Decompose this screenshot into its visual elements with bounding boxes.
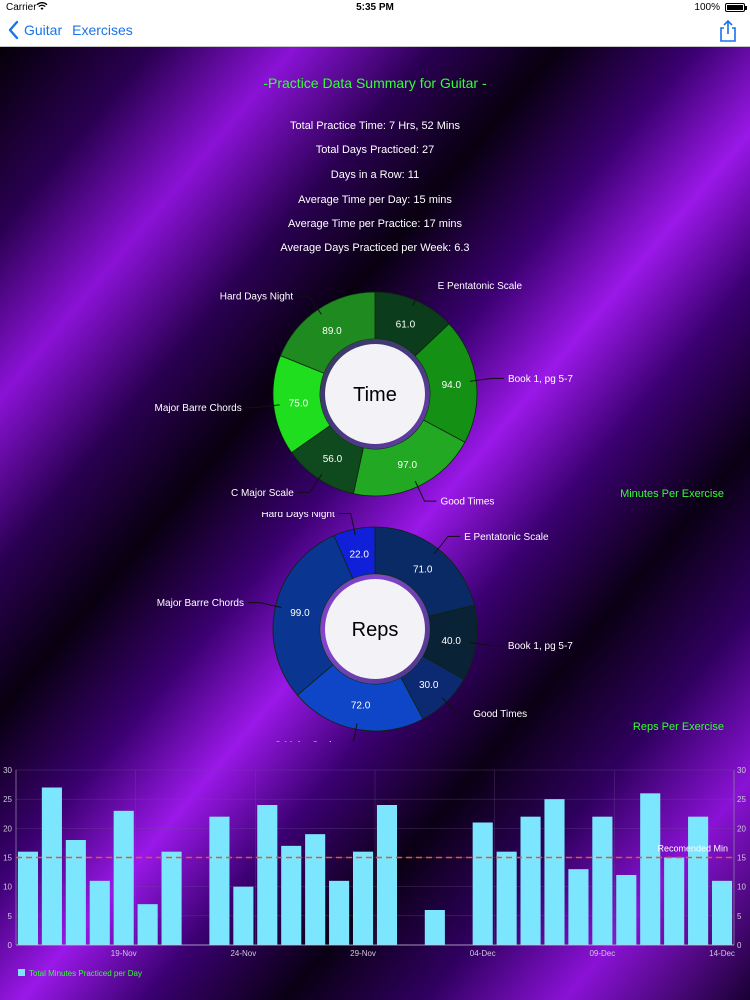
summary-title: -Practice Data Summary for Guitar - <box>263 75 487 91</box>
reps-pie-chart[interactable]: 71.0 E Pentatonic Scale 40.0 Book 1, pg 5-7… <box>0 512 750 742</box>
nav-title: Exercises <box>72 22 133 38</box>
bar[interactable] <box>520 816 541 945</box>
bar[interactable] <box>424 910 445 945</box>
bar[interactable] <box>65 840 86 945</box>
pie-slice-value: 71.0 <box>413 565 433 576</box>
pie-slice-label: Hard Days Night <box>261 512 335 520</box>
y-tick-label-left: 0 <box>8 941 13 950</box>
pie-slice-value: 97.0 <box>398 460 418 471</box>
pie-slice-value: 89.0 <box>322 326 342 337</box>
bar[interactable] <box>41 787 62 946</box>
bar[interactable] <box>305 834 326 945</box>
minutes-bar-chart[interactable]: 0 0 5 5 10 10 15 15 20 20 25 25 30 30 19-Nov 24-Nov 29-N… <box>0 755 750 1000</box>
bar[interactable] <box>376 805 398 945</box>
pie-center-label: Time <box>353 384 397 406</box>
bar[interactable] <box>544 799 565 945</box>
share-icon[interactable] <box>718 19 738 43</box>
pie-slice-value: 99.0 <box>290 608 310 619</box>
bar[interactable] <box>711 880 733 945</box>
y-tick-label-right: 25 <box>737 795 746 804</box>
y-tick-label-left: 25 <box>3 795 12 804</box>
x-tick-label: 09-Dec <box>589 949 615 958</box>
bar[interactable] <box>17 851 39 945</box>
y-tick-label-right: 10 <box>737 883 746 892</box>
bar[interactable] <box>257 805 278 945</box>
pie-slice-label: E Pentatonic Scale <box>464 532 549 543</box>
bar[interactable] <box>233 886 254 945</box>
y-tick-label-left: 5 <box>8 912 13 921</box>
x-tick-label: 04-Dec <box>470 949 496 958</box>
pie-slice-label: Good Times <box>440 497 494 507</box>
pie-slice-label: C Major Scale <box>231 488 294 499</box>
clock: 5:35 PM <box>356 2 394 13</box>
pie-slice-label: Book 1, pg 5-7 <box>508 641 573 652</box>
stat-avg-days-week: Average Days Practiced per Week: 6.3 <box>280 242 470 254</box>
pie-slice-label: C Major Scale <box>274 740 337 742</box>
pie-center-label: Reps <box>352 619 399 641</box>
stat-avg-per-practice: Average Time per Practice: 17 mins <box>287 218 463 230</box>
y-tick-label-left: 20 <box>3 824 12 833</box>
bar[interactable] <box>664 857 685 946</box>
x-tick-label: 29-Nov <box>350 949 376 958</box>
stat-days-in-row: Days in a Row: 11 <box>330 169 420 181</box>
chevron-left-icon <box>8 20 19 40</box>
y-tick-label-right: 5 <box>737 912 742 921</box>
time-pie-chart[interactable]: 61.0 E Pentatonic Scale 94.0 Book 1, pg 5-7… <box>0 277 750 507</box>
recommended-min-label: Recomended Min <box>657 844 728 854</box>
bar[interactable] <box>329 880 350 945</box>
pie-slice-value: 75.0 <box>289 399 309 410</box>
bar[interactable] <box>137 904 158 945</box>
pie-slice-value: 22.0 <box>349 550 369 561</box>
pie-slice-value: 94.0 <box>442 380 462 391</box>
y-tick-label-right: 15 <box>737 854 746 863</box>
y-tick-label-left: 30 <box>3 766 12 775</box>
bar[interactable] <box>352 851 374 945</box>
pie-slice-label: Good Times <box>473 709 527 720</box>
status-bar: Carrier 5:35 PM 100% <box>0 0 750 16</box>
bar[interactable] <box>688 816 709 945</box>
pie-slice-label: E Pentatonic Scale <box>438 281 523 292</box>
bar[interactable] <box>281 845 302 945</box>
pie-slice-value: 72.0 <box>351 701 371 712</box>
bar[interactable] <box>472 822 493 946</box>
battery-percent: 100% <box>694 2 720 13</box>
stat-total-days: Total Days Practiced: 27 <box>315 144 435 156</box>
x-tick-label: 24-Nov <box>230 949 256 958</box>
legend-swatch <box>18 969 25 976</box>
y-tick-label-right: 0 <box>737 941 742 950</box>
pie-slice-value: 30.0 <box>419 680 439 691</box>
bar[interactable] <box>592 816 613 945</box>
bar[interactable] <box>496 851 517 945</box>
stat-total-time: Total Practice Time: 7 Hrs, 52 Mins <box>290 120 460 132</box>
bar[interactable] <box>89 880 110 945</box>
pie-slice-value: 56.0 <box>323 454 343 465</box>
bar[interactable] <box>113 810 134 945</box>
pie-slice-value: 40.0 <box>442 636 462 647</box>
y-tick-label-left: 15 <box>3 854 12 863</box>
bar[interactable] <box>640 793 661 945</box>
bar[interactable] <box>568 869 589 945</box>
x-tick-label: 14-Dec <box>709 949 735 958</box>
bar[interactable] <box>209 816 230 945</box>
reps-chart-caption: Reps Per Exercise <box>632 721 724 733</box>
content-area: -Practice Data Summary for Guitar - Tota… <box>0 47 750 1000</box>
back-button[interactable]: Guitar Exercises <box>6 20 133 40</box>
x-tick-label: 19-Nov <box>111 949 137 958</box>
time-chart-caption: Minutes Per Exercise <box>620 488 724 500</box>
stat-avg-per-day: Average Time per Day: 15 mins <box>298 194 452 206</box>
bar[interactable] <box>616 875 637 945</box>
navigation-bar: Guitar Exercises <box>0 16 750 47</box>
bar[interactable] <box>161 851 182 945</box>
pie-slice-label: Major Barre Chords <box>154 403 241 414</box>
pie-slice-value: 61.0 <box>396 319 416 330</box>
legend-label: Total Minutes Practiced per Day <box>29 969 142 978</box>
pie-slice-label: Hard Days Night <box>220 292 294 303</box>
y-tick-label-right: 30 <box>737 766 746 775</box>
back-label: Guitar <box>24 22 63 38</box>
pie-slice-label: Major Barre Chords <box>157 598 244 609</box>
y-tick-label-right: 20 <box>737 824 746 833</box>
pie-slice-label: Book 1, pg 5-7 <box>508 374 573 385</box>
y-tick-label-left: 10 <box>3 883 12 892</box>
battery-icon <box>725 3 747 12</box>
